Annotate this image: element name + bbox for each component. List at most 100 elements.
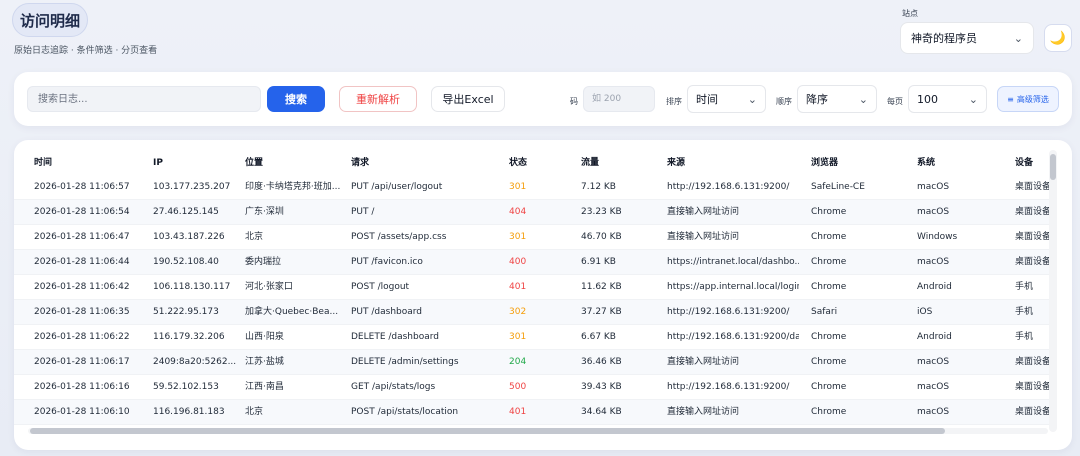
column-header-referer[interactable]: 来源 — [667, 152, 799, 174]
cell-ip: 116.196.81.183 — [153, 407, 225, 417]
cell-browser: Chrome — [811, 282, 847, 292]
cell-location: 河北·张家口 — [245, 282, 293, 292]
per-page-select[interactable]: 100 ⌄ — [908, 85, 987, 113]
cell-location: 加拿大·Quebec·Bea... — [245, 307, 339, 317]
theme-toggle-button[interactable]: 🌙 — [1044, 24, 1072, 52]
cell-location: 山西·阳泉 — [245, 332, 284, 342]
cell-traffic: 23.23 KB — [581, 207, 622, 217]
column-header-traffic[interactable]: 流量 — [581, 152, 651, 174]
table-row[interactable]: 2026-01-28 11:06:10 116.196.81.183 北京 POST … — [14, 400, 1054, 425]
vertical-scroll-track[interactable] — [1049, 150, 1057, 432]
cell-traffic: 46.70 KB — [581, 232, 622, 242]
cell-location: 委内瑞拉 — [245, 257, 282, 267]
moon-icon: 🌙 — [1049, 30, 1067, 46]
cell-browser: Chrome — [811, 207, 847, 217]
cell-browser: Chrome — [811, 382, 847, 392]
column-header-status[interactable]: 状态 — [509, 152, 569, 174]
column-header-os[interactable]: 系统 — [917, 152, 1003, 174]
cell-status: 204 — [509, 357, 527, 367]
cell-location: 江西·南昌 — [245, 382, 284, 392]
column-header-request[interactable]: 请求 — [351, 152, 501, 174]
per-page-label: 每页 — [887, 97, 903, 106]
cell-request: DELETE /dashboard — [351, 332, 440, 342]
cell-traffic: 6.91 KB — [581, 257, 616, 267]
chevron-down-icon: ⌄ — [1013, 31, 1023, 45]
cell-status: 301 — [509, 232, 527, 242]
page-subtitle: 原始日志追踪 · 条件筛选 · 分页查看 — [14, 46, 158, 56]
cell-os: macOS — [917, 182, 950, 192]
sort-select-value: 时间 — [696, 93, 718, 106]
column-header-time[interactable]: 时间 — [34, 152, 152, 174]
cell-status: 400 — [509, 257, 527, 267]
cell-time: 2026-01-28 11:06:16 — [34, 382, 130, 392]
cell-os: Windows — [917, 232, 958, 242]
cell-time: 2026-01-28 11:06:10 — [34, 407, 130, 417]
column-header-ip[interactable]: IP — [153, 152, 241, 174]
search-button[interactable]: 搜索 — [267, 86, 325, 112]
horizontal-scrollbar-thumb[interactable] — [30, 428, 945, 434]
site-select[interactable]: 神奇的程序员 ⌄ — [900, 22, 1034, 54]
sort-label: 排序 — [666, 97, 682, 106]
table-row[interactable]: 2026-01-28 11:06:47 103.43.187.226 北京 POST … — [14, 225, 1054, 250]
filter-toolbar: 搜索 重新解析 导出Excel 码 排序 时间 ⌄ 顺序 降序 ⌄ 每页 100… — [14, 72, 1072, 126]
cell-referer: 直接输入网址访问 — [667, 407, 740, 417]
cell-referer: https://intranet.local/dashbo... — [667, 257, 799, 267]
sort-select[interactable]: 时间 ⌄ — [687, 85, 766, 113]
advanced-filter-label: 高级筛选 — [1016, 94, 1049, 104]
cell-ip: 116.179.32.206 — [153, 332, 225, 342]
cell-referer: 直接输入网址访问 — [667, 207, 740, 217]
order-select[interactable]: 降序 ⌄ — [797, 85, 877, 113]
cell-status: 301 — [509, 182, 527, 192]
table-header: 时间 IP 位置 请求 状态 流量 来源 浏览器 系统 设备 — [14, 152, 1054, 174]
cell-referer: 直接输入网址访问 — [667, 232, 740, 242]
cell-os: Android — [917, 282, 952, 292]
cell-ip: 103.43.187.226 — [153, 232, 225, 242]
table-row[interactable]: 2026-01-28 11:06:42 106.118.130.117 河北·张家口… — [14, 275, 1054, 300]
cell-time: 2026-01-28 11:06:35 — [34, 307, 130, 317]
cell-os: macOS — [917, 207, 950, 217]
cell-request: PUT / — [351, 207, 375, 217]
cell-ip: 2409:8a20:5262... — [153, 357, 237, 367]
cell-browser: Safari — [811, 307, 838, 317]
advanced-filter-button[interactable]: ≡ 高级筛选 — [997, 86, 1059, 112]
status-code-label: 码 — [570, 97, 578, 106]
filter-icon: ≡ — [1007, 94, 1014, 104]
export-excel-button[interactable]: 导出Excel — [431, 86, 505, 112]
cell-traffic: 6.67 KB — [581, 332, 616, 342]
cell-status: 302 — [509, 307, 527, 317]
table-row[interactable]: 2026-01-28 11:06:17 2409:8a20:5262... 江苏·盐… — [14, 350, 1054, 375]
column-header-location[interactable]: 位置 — [245, 152, 345, 174]
table-row[interactable]: 2026-01-28 11:06:35 51.222.95.173 加拿大·Queb… — [14, 300, 1054, 325]
cell-status: 500 — [509, 382, 527, 392]
cell-browser: Chrome — [811, 407, 847, 417]
cell-ip: 59.52.102.153 — [153, 382, 219, 392]
reparse-button[interactable]: 重新解析 — [339, 86, 417, 112]
cell-location: 北京 — [245, 232, 264, 242]
table-row[interactable]: 2026-01-28 11:06:44 190.52.108.40 委内瑞拉 PUT … — [14, 250, 1054, 275]
table-row[interactable]: 2026-01-28 11:06:57 103.177.235.207 印度·卡纳塔… — [14, 175, 1054, 200]
cell-ip: 103.177.235.207 — [153, 182, 231, 192]
cell-referer: 直接输入网址访问 — [667, 357, 740, 367]
cell-traffic: 36.46 KB — [581, 357, 622, 367]
cell-traffic: 34.64 KB — [581, 407, 622, 417]
cell-request: POST /logout — [351, 282, 410, 292]
cell-referer: http://192.168.6.131:9200/daily — [667, 332, 799, 342]
table-body: 2026-01-28 11:06:57 103.177.235.207 印度·卡纳塔… — [14, 175, 1054, 425]
search-input[interactable] — [27, 86, 261, 112]
cell-request: PUT /api/user/logout — [351, 182, 443, 192]
cell-location: 北京 — [245, 407, 264, 417]
cell-status: 401 — [509, 282, 527, 292]
table-row[interactable]: 2026-01-28 11:06:22 116.179.32.206 山西·阳泉 DE… — [14, 325, 1054, 350]
table-row[interactable]: 2026-01-28 11:06:54 27.46.125.145 广东·深圳 PUT… — [14, 200, 1054, 225]
cell-time: 2026-01-28 11:06:42 — [34, 282, 130, 292]
vertical-scrollbar-thumb[interactable] — [1050, 154, 1056, 180]
status-code-input[interactable] — [583, 86, 655, 112]
column-header-browser[interactable]: 浏览器 — [811, 152, 901, 174]
table-row[interactable]: 2026-01-28 11:06:16 59.52.102.153 江西·南昌 GET… — [14, 375, 1054, 400]
cell-browser: Chrome — [811, 357, 847, 367]
cell-time: 2026-01-28 11:06:47 — [34, 232, 130, 242]
cell-request: POST /api/stats/location — [351, 407, 459, 417]
cell-referer: http://192.168.6.131:9200/ — [667, 382, 790, 392]
chevron-down-icon: ⌄ — [858, 92, 868, 106]
log-table: 时间 IP 位置 请求 状态 流量 来源 浏览器 系统 设备 2026-01-2… — [14, 140, 1072, 450]
